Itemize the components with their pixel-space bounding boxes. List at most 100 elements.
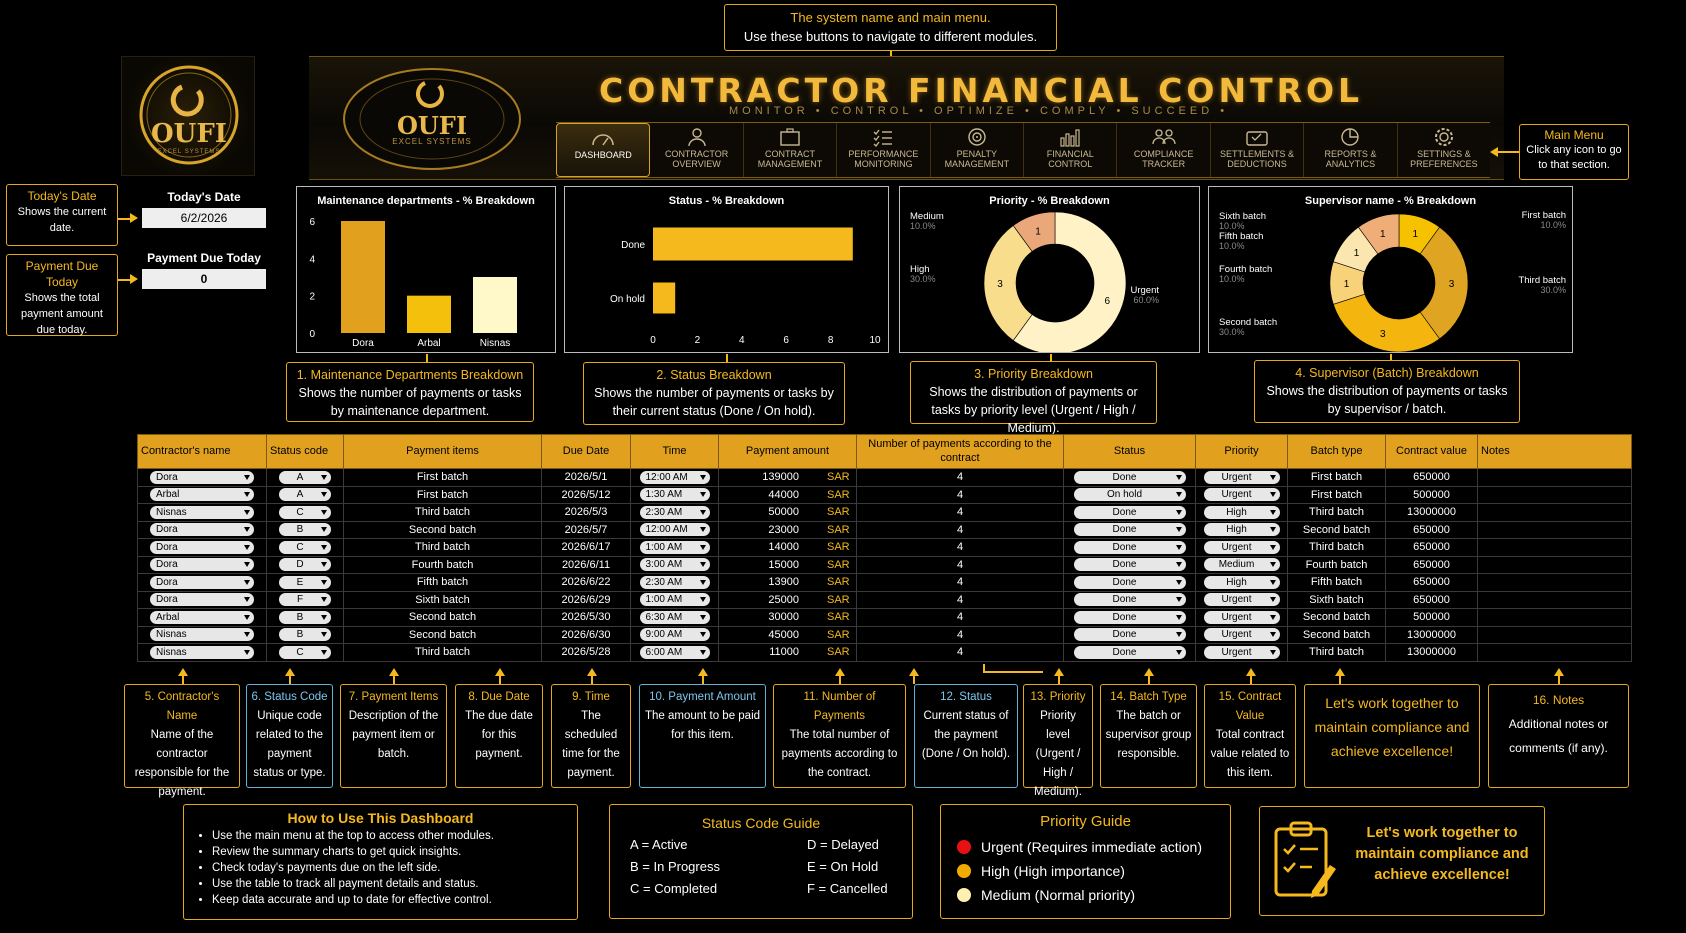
notes-cell[interactable]: [1477, 555, 1632, 574]
col-header-priority[interactable]: Priority: [1195, 434, 1288, 469]
priority-dropdown[interactable]: Urgent: [1203, 628, 1280, 642]
menu-item-performance-monitoring[interactable]: PERFORMANCE MONITORING: [837, 123, 931, 177]
status-dropdown[interactable]: Done: [1073, 470, 1186, 484]
time-dropdown[interactable]: 12:00 AM: [639, 523, 710, 537]
menu-item-penalty-management[interactable]: PENALTY MANAGEMENT: [931, 123, 1025, 177]
status-dropdown[interactable]: Done: [1073, 628, 1186, 642]
status-dropdown[interactable]: Done: [1073, 575, 1186, 589]
status-dropdown[interactable]: Done: [1073, 558, 1186, 572]
col-header-contractor[interactable]: Contractor's name: [137, 434, 267, 469]
col-header-status[interactable]: Status: [1063, 434, 1196, 469]
status-dropdown[interactable]: On hold: [1073, 488, 1186, 502]
time-dropdown[interactable]: 1:00 AM: [639, 593, 710, 607]
notes-cell[interactable]: [1477, 643, 1632, 662]
col-header-notes[interactable]: Notes: [1477, 434, 1632, 469]
col-header-time[interactable]: Time: [630, 434, 719, 469]
table-row[interactable]: Arbal A First batch 2026/5/12 1:30 AM 44000 SA…: [137, 485, 1632, 504]
notes-cell[interactable]: [1477, 625, 1632, 644]
menu-item-settlements-deductions[interactable]: SETTLEMENTS & DEDUCTIONS: [1211, 123, 1305, 177]
priority-dropdown[interactable]: Urgent: [1203, 488, 1280, 502]
notes-cell[interactable]: [1477, 503, 1632, 522]
time-dropdown[interactable]: 2:30 AM: [639, 505, 710, 519]
table-row[interactable]: Arbal B Second batch 2026/5/30 6:30 AM 30000 S…: [137, 608, 1632, 627]
contractor-dropdown[interactable]: Dora: [150, 523, 254, 537]
time-dropdown[interactable]: 2:30 AM: [639, 575, 710, 589]
status-code-dropdown[interactable]: B: [279, 523, 331, 537]
table-row[interactable]: Nisnas B Second batch 2026/6/30 9:00 AM 45000…: [137, 625, 1632, 644]
contractor-dropdown[interactable]: Dora: [150, 470, 254, 484]
priority-dropdown[interactable]: Medium: [1203, 558, 1280, 572]
menu-item-compliance-tracker[interactable]: COMPLIANCE TRACKER: [1117, 123, 1211, 177]
menu-item-reports-analytics[interactable]: REPORTS & ANALYTICS: [1304, 123, 1398, 177]
contractor-dropdown[interactable]: Arbal: [150, 488, 254, 502]
menu-item-settings-preferences[interactable]: SETTINGS & PREFERENCES: [1398, 123, 1490, 177]
notes-cell[interactable]: [1477, 538, 1632, 557]
status-dropdown[interactable]: Done: [1073, 505, 1186, 519]
menu-item-contractor-overview[interactable]: CONTRACTOR OVERVIEW: [650, 123, 744, 177]
table-row[interactable]: Dora E Fifth batch 2026/6/22 2:30 AM 13900 SAR…: [137, 573, 1632, 592]
status-dropdown[interactable]: Done: [1073, 540, 1186, 554]
time-dropdown[interactable]: 12:00 AM: [639, 470, 710, 484]
time-dropdown[interactable]: 1:00 AM: [639, 540, 710, 554]
status-code-dropdown[interactable]: C: [279, 645, 331, 659]
contractor-dropdown[interactable]: Dora: [150, 575, 254, 589]
status-dropdown[interactable]: Done: [1073, 523, 1186, 537]
table-row[interactable]: Dora F Sixth batch 2026/6/29 1:00 AM 25000 SAR…: [137, 590, 1632, 609]
col-header-batch-type[interactable]: Batch type: [1287, 434, 1386, 469]
status-code-dropdown[interactable]: F: [279, 593, 331, 607]
col-header-contract-value[interactable]: Contract value: [1385, 434, 1478, 469]
priority-dropdown[interactable]: Urgent: [1203, 593, 1280, 607]
menu-item-contract-management[interactable]: CONTRACT MANAGEMENT: [744, 123, 838, 177]
chart-callout-status: 2. Status Breakdown Shows the number of …: [583, 362, 845, 425]
priority-dropdown[interactable]: Urgent: [1203, 610, 1280, 624]
col-header-due-date[interactable]: Due Date: [541, 434, 631, 469]
col-header-payment-items[interactable]: Payment items: [343, 434, 542, 469]
status-dropdown[interactable]: Done: [1073, 645, 1186, 659]
status-code-dropdown[interactable]: D: [279, 558, 331, 572]
priority-dropdown[interactable]: Urgent: [1203, 470, 1280, 484]
priority-dropdown[interactable]: Urgent: [1203, 540, 1280, 554]
table-row[interactable]: Dora B Second batch 2026/5/7 12:00 AM 23000 SA…: [137, 520, 1632, 539]
priority-dropdown[interactable]: High: [1203, 575, 1280, 589]
notes-cell[interactable]: [1477, 573, 1632, 592]
table-row[interactable]: Dora C Third batch 2026/6/17 1:00 AM 14000 SAR…: [137, 538, 1632, 557]
contractor-dropdown[interactable]: Arbal: [150, 610, 254, 624]
contractor-dropdown[interactable]: Dora: [150, 540, 254, 554]
time-dropdown[interactable]: 1:30 AM: [639, 488, 710, 502]
priority-dropdown[interactable]: High: [1203, 505, 1280, 519]
table-row[interactable]: Dora D Fourth batch 2026/6/11 3:00 AM 15000 SA…: [137, 555, 1632, 574]
col-header-number-of-payments[interactable]: Number of payments according to the cont…: [856, 434, 1064, 469]
contractor-dropdown[interactable]: Nisnas: [150, 505, 254, 519]
time-dropdown[interactable]: 6:30 AM: [639, 610, 710, 624]
status-code-dropdown[interactable]: B: [279, 628, 331, 642]
table-row[interactable]: Nisnas C Third batch 2026/5/28 6:00 AM 11000 S…: [137, 643, 1632, 662]
notes-cell[interactable]: [1477, 468, 1632, 487]
menu-item-dashboard[interactable]: DASHBOARD: [556, 123, 651, 177]
table-row[interactable]: Dora A First batch 2026/5/1 12:00 AM 139000 SA…: [137, 468, 1632, 487]
contractor-dropdown[interactable]: Nisnas: [150, 645, 254, 659]
time-dropdown[interactable]: 9:00 AM: [639, 628, 710, 642]
status-code-dropdown[interactable]: B: [279, 610, 331, 624]
priority-dropdown[interactable]: High: [1203, 523, 1280, 537]
priority-dropdown[interactable]: Urgent: [1203, 645, 1280, 659]
notes-cell[interactable]: [1477, 485, 1632, 504]
notes-cell[interactable]: [1477, 520, 1632, 539]
contractor-dropdown[interactable]: Dora: [150, 558, 254, 572]
time-dropdown[interactable]: 3:00 AM: [639, 558, 710, 572]
col-header-status-code[interactable]: Status code: [266, 434, 344, 469]
status-dropdown[interactable]: Done: [1073, 593, 1186, 607]
table-row[interactable]: Nisnas C Third batch 2026/5/3 2:30 AM 50000 SA…: [137, 503, 1632, 522]
status-code-dropdown[interactable]: E: [279, 575, 331, 589]
notes-cell[interactable]: [1477, 608, 1632, 627]
status-code-dropdown[interactable]: A: [279, 488, 331, 502]
contractor-dropdown[interactable]: Nisnas: [150, 628, 254, 642]
status-dropdown[interactable]: Done: [1073, 610, 1186, 624]
time-dropdown[interactable]: 6:00 AM: [639, 645, 710, 659]
col-header-payment-amount[interactable]: Payment amount: [718, 434, 857, 469]
status-code-dropdown[interactable]: C: [279, 540, 331, 554]
status-code-dropdown[interactable]: C: [279, 505, 331, 519]
menu-item-financial-control[interactable]: FINANCIAL CONTROL: [1024, 123, 1118, 177]
status-code-dropdown[interactable]: A: [279, 470, 331, 484]
notes-cell[interactable]: [1477, 590, 1632, 609]
contractor-dropdown[interactable]: Dora: [150, 593, 254, 607]
